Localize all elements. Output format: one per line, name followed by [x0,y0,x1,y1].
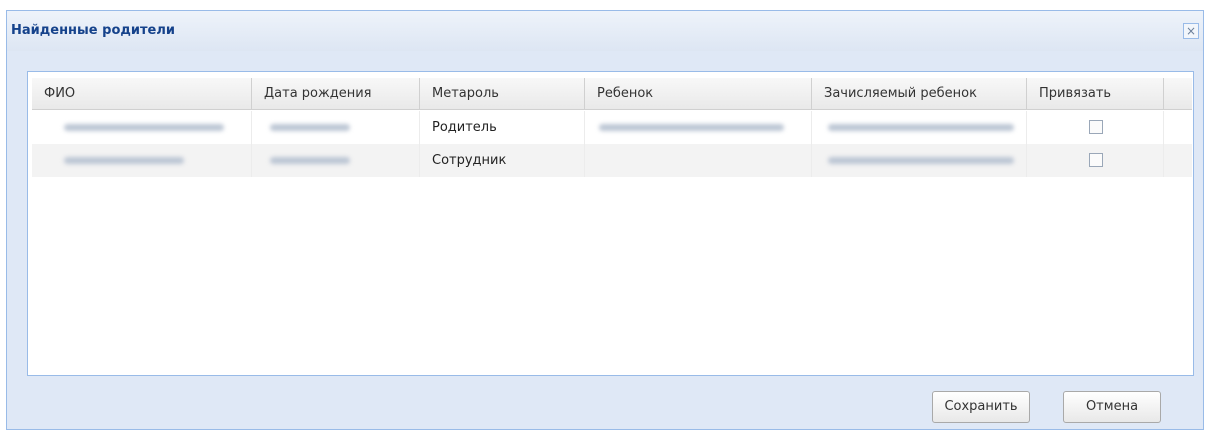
attach-checkbox[interactable] [1089,120,1103,134]
grid-header: ФИО Дата рождения Метароль Ребенок Зачис… [32,78,1192,110]
cancel-button[interactable]: Отмена [1063,391,1161,423]
cell-fio [32,111,252,144]
cell-attach [1027,111,1164,144]
cell-fio [32,144,252,177]
column-header-metarole[interactable]: Метароль [420,78,585,109]
cell-birthdate [252,144,420,177]
dialog-title: Найденные родители [11,23,175,38]
cell-enrolled-child [812,144,1027,177]
column-header-birthdate[interactable]: Дата рождения [252,78,420,109]
save-button[interactable]: Сохранить [932,391,1030,423]
cell-enrolled-child [812,111,1027,144]
cell-child [585,144,812,177]
column-header-child[interactable]: Ребенок [585,78,812,109]
column-header-attach[interactable]: Привязать [1027,78,1164,109]
column-header-fio[interactable]: ФИО [32,78,252,109]
dialog-titlebar: Найденные родители × [7,11,1203,51]
close-icon[interactable]: × [1183,23,1199,39]
table-row[interactable]: Сотрудник [32,144,1192,177]
attach-checkbox[interactable] [1089,153,1103,167]
found-parents-dialog: Найденные родители × ФИО Дата рождения М… [6,10,1204,430]
cell-attach [1027,144,1164,177]
table-row[interactable]: Родитель [32,111,1192,144]
cell-metarole: Сотрудник [420,144,585,177]
cell-child [585,111,812,144]
cell-metarole: Родитель [420,111,585,144]
cell-birthdate [252,111,420,144]
parents-grid: ФИО Дата рождения Метароль Ребенок Зачис… [27,71,1194,376]
column-header-enrolled-child[interactable]: Зачисляемый ребенок [812,78,1027,109]
